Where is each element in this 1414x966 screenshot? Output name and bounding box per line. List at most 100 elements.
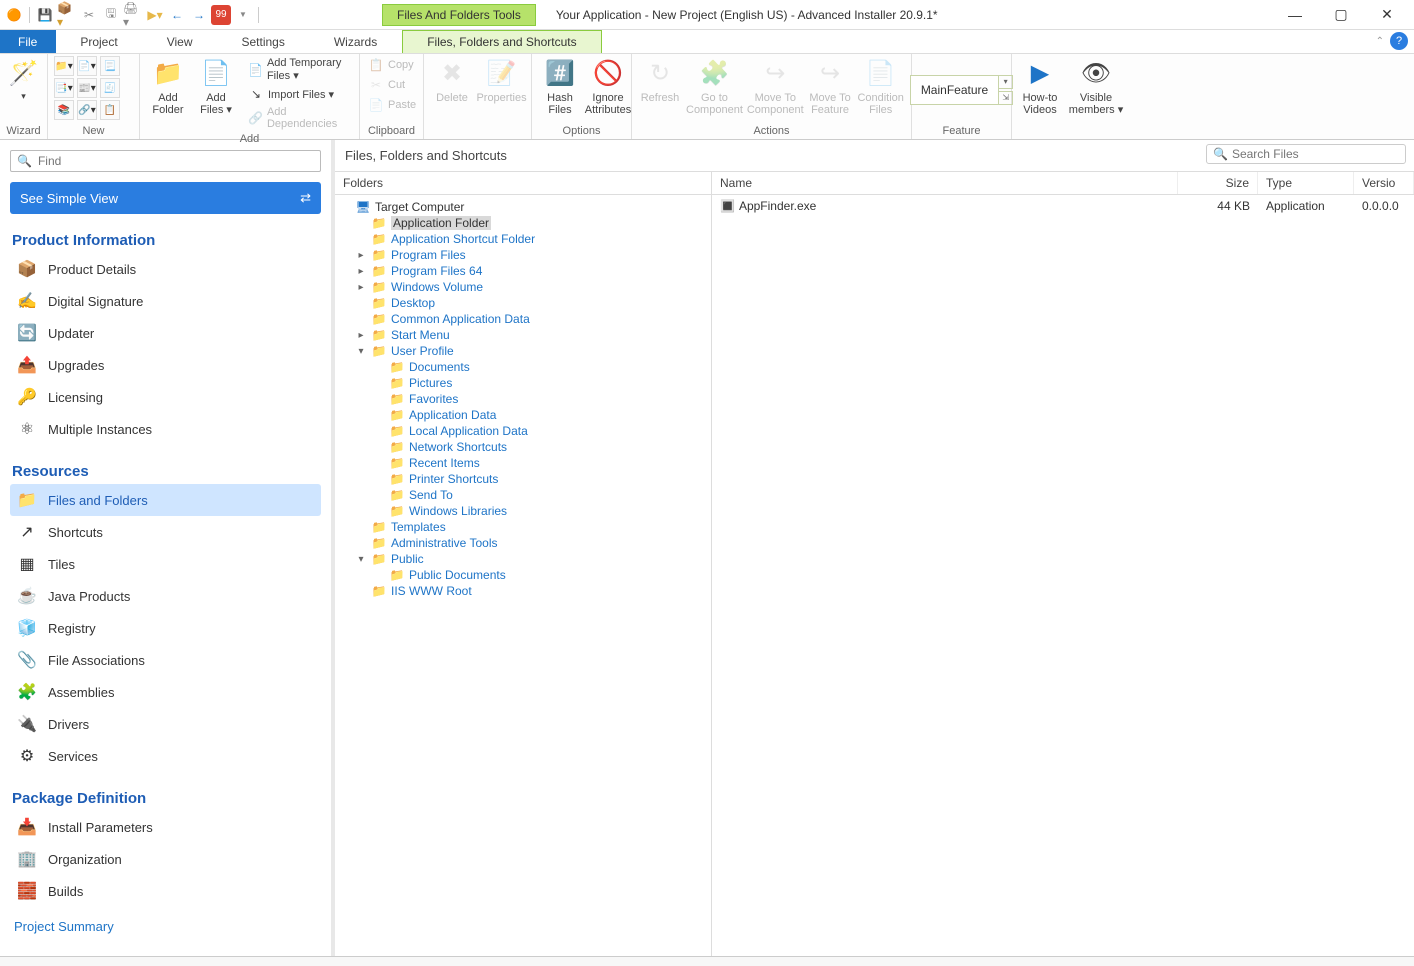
expand-icon[interactable]: ▸ [355, 282, 367, 293]
delete-button[interactable]: ✖Delete [430, 56, 474, 106]
find-input[interactable] [38, 154, 314, 168]
forward-icon[interactable]: → [189, 5, 209, 25]
col-type[interactable]: Type [1258, 172, 1354, 194]
add-files-button[interactable]: 📄 Add Files ▾ [194, 56, 238, 118]
new-xml-icon[interactable]: 📰▾ [77, 78, 97, 98]
col-size[interactable]: Size [1178, 172, 1258, 194]
badge-icon[interactable]: 99 [211, 5, 231, 25]
nav-updater[interactable]: 🔄Updater [10, 317, 321, 349]
simple-view-button[interactable]: See Simple View ⇄ [10, 182, 321, 214]
cut-button[interactable]: ✂Cut [366, 76, 418, 94]
find-box[interactable]: 🔍 [10, 150, 321, 172]
nav-registry[interactable]: 🧊Registry [10, 612, 321, 644]
save-icon[interactable]: 💾 [35, 5, 55, 25]
howto-videos-button[interactable]: ▶How-to Videos [1018, 56, 1062, 118]
import-files-button[interactable]: ↘Import Files ▾ [246, 85, 353, 103]
tree-start-menu[interactable]: ▸📁Start Menu [335, 327, 711, 343]
tree-windows-libraries[interactable]: 📁Windows Libraries [335, 503, 711, 519]
print-icon[interactable]: 🖨▾ [123, 5, 143, 25]
tree-iis-root[interactable]: 📁IIS WWW Root [335, 583, 711, 599]
new-ini-icon[interactable]: 📃 [100, 56, 120, 76]
nav-product-details[interactable]: 📦Product Details [10, 253, 321, 285]
help-button[interactable]: ? [1390, 32, 1408, 50]
add-folder-button[interactable]: 📁 Add Folder [146, 56, 190, 118]
save2-icon[interactable]: 🖫 [101, 5, 121, 25]
tree-pictures[interactable]: 📁Pictures [335, 375, 711, 391]
tree-recent-items[interactable]: 📁Recent Items [335, 455, 711, 471]
tree-printer-shortcuts[interactable]: 📁Printer Shortcuts [335, 471, 711, 487]
feature-combobox[interactable]: MainFeature [910, 75, 999, 105]
tree-admin-tools[interactable]: 📁Administrative Tools [335, 535, 711, 551]
tree-local-appdata[interactable]: 📁Local Application Data [335, 423, 711, 439]
tab-file[interactable]: File [0, 30, 56, 53]
tree-user-profile[interactable]: ▾📁User Profile [335, 343, 711, 359]
nav-multiple-instances[interactable]: ⚛Multiple Instances [10, 413, 321, 445]
visible-members-button[interactable]: 👁Visible members ▾ [1066, 56, 1126, 118]
tab-wizards[interactable]: Wizards [310, 30, 402, 53]
condition-files-button[interactable]: 📄Condition Files [856, 56, 905, 118]
nav-drivers[interactable]: 🔌Drivers [10, 708, 321, 740]
add-dependencies-button[interactable]: 🔗Add Dependencies [246, 105, 353, 131]
package-icon[interactable]: 📦▾ [57, 5, 77, 25]
close-button[interactable]: ✕ [1364, 1, 1410, 29]
tab-files-folders[interactable]: Files, Folders and Shortcuts [402, 30, 601, 53]
col-version[interactable]: Versio [1354, 172, 1414, 194]
app-icon[interactable]: 🟠 [4, 5, 24, 25]
nav-upgrades[interactable]: 📤Upgrades [10, 349, 321, 381]
tree-templates[interactable]: 📁Templates [335, 519, 711, 535]
minimize-button[interactable]: — [1272, 1, 1318, 29]
properties-button[interactable]: 📝Properties [478, 56, 525, 106]
tree-application-folder[interactable]: 📁Application Folder [335, 215, 711, 231]
tree-target-computer[interactable]: 🖥Target Computer [335, 199, 711, 215]
tree-public-documents[interactable]: 📁Public Documents [335, 567, 711, 583]
nav-file-associations[interactable]: 📎File Associations [10, 644, 321, 676]
tab-settings[interactable]: Settings [218, 30, 310, 53]
new-file-icon[interactable]: 📄▾ [77, 56, 97, 76]
search-files-box[interactable]: 🔍 [1206, 144, 1406, 164]
tree-favorites[interactable]: 📁Favorites [335, 391, 711, 407]
add-temp-files-button[interactable]: 📄Add Temporary Files ▾ [246, 56, 353, 83]
tree-windows-volume[interactable]: ▸📁Windows Volume [335, 279, 711, 295]
nav-files-folders[interactable]: 📁Files and Folders [10, 484, 321, 516]
tree-program-files[interactable]: ▸📁Program Files [335, 247, 711, 263]
nav-services[interactable]: ⚙Services [10, 740, 321, 772]
back-icon[interactable]: ← [167, 5, 187, 25]
col-name[interactable]: Name [712, 172, 1178, 194]
project-summary-link[interactable]: Project Summary [10, 913, 321, 940]
tab-view[interactable]: View [143, 30, 218, 53]
wizard-button[interactable]: 🪄 ▾ [2, 56, 46, 104]
nav-builds[interactable]: 🧱Builds [10, 875, 321, 907]
new-prop-icon[interactable]: 📑▾ [54, 78, 74, 98]
tree-app-shortcut-folder[interactable]: 📁Application Shortcut Folder [335, 231, 711, 247]
folder-tree[interactable]: 🖥Target Computer 📁Application Folder 📁Ap… [335, 195, 711, 956]
collapse-icon[interactable]: ▾ [355, 554, 367, 565]
hash-files-button[interactable]: #️⃣Hash Files [538, 56, 582, 118]
qat-dropdown-icon[interactable]: ▼ [233, 5, 253, 25]
move-to-feature-button[interactable]: ↪Move To Feature [808, 56, 853, 118]
nav-digital-signature[interactable]: ✍Digital Signature [10, 285, 321, 317]
nav-java[interactable]: ☕Java Products [10, 580, 321, 612]
expand-icon[interactable]: ▸ [355, 330, 367, 341]
tree-documents[interactable]: 📁Documents [335, 359, 711, 375]
new-lib-icon[interactable]: 📚 [54, 100, 74, 120]
tree-appdata[interactable]: 📁Application Data [335, 407, 711, 423]
maximize-button[interactable]: ▢ [1318, 1, 1364, 29]
nav-shortcuts[interactable]: ↗Shortcuts [10, 516, 321, 548]
tree-desktop[interactable]: 📁Desktop [335, 295, 711, 311]
tree-send-to[interactable]: 📁Send To [335, 487, 711, 503]
new-url-icon[interactable]: 📋 [100, 100, 120, 120]
tree-network-shortcuts[interactable]: 📁Network Shortcuts [335, 439, 711, 455]
search-files-input[interactable] [1232, 147, 1399, 161]
nav-assemblies[interactable]: 🧩Assemblies [10, 676, 321, 708]
tree-program-files-64[interactable]: ▸📁Program Files 64 [335, 263, 711, 279]
collapse-icon[interactable]: ▾ [355, 346, 367, 357]
new-folder-icon[interactable]: 📁▾ [54, 56, 74, 76]
refresh-button[interactable]: ↻Refresh [638, 56, 682, 106]
expand-icon[interactable]: ▸ [355, 266, 367, 277]
nav-install-parameters[interactable]: 📥Install Parameters [10, 811, 321, 843]
collapse-ribbon-icon[interactable]: ⌃ [1376, 36, 1384, 47]
copy-button[interactable]: 📋Copy [366, 56, 418, 74]
nav-tiles[interactable]: ▦Tiles [10, 548, 321, 580]
move-to-component-button[interactable]: ↪Move To Component [747, 56, 804, 118]
tree-common-appdata[interactable]: 📁Common Application Data [335, 311, 711, 327]
